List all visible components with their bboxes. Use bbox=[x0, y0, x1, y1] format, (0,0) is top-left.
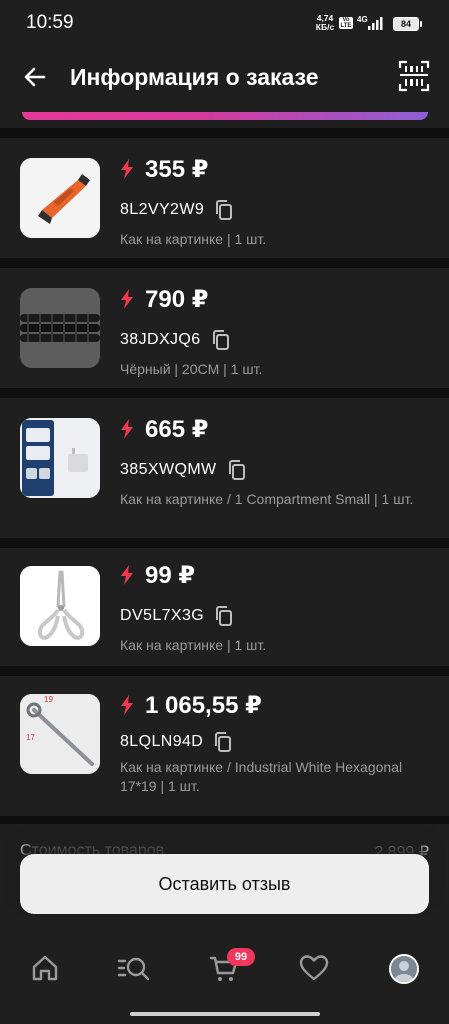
page-title: Информация о заказе bbox=[70, 64, 319, 90]
product-image: 17 19 bbox=[20, 694, 100, 774]
top-app-bar: Информация о заказе bbox=[0, 46, 449, 128]
promo-gradient-strip bbox=[22, 112, 428, 120]
lightning-icon bbox=[121, 159, 133, 179]
item-details: Чёрный | 20CM | 1 шт. bbox=[120, 361, 263, 377]
item-sku: 385XWQMW bbox=[120, 461, 217, 478]
price-row: 99 ₽ bbox=[120, 560, 195, 590]
signal-icon: 4G bbox=[357, 14, 387, 37]
price-row: 790 ₽ bbox=[120, 284, 208, 314]
product-image bbox=[20, 566, 100, 646]
back-button[interactable] bbox=[20, 62, 50, 92]
price-row: 1 065,55 ₽ bbox=[120, 690, 262, 720]
copy-icon[interactable] bbox=[213, 731, 233, 753]
svg-text:19: 19 bbox=[44, 695, 53, 704]
network-speed-unit: КБ/с bbox=[315, 22, 335, 32]
sku-row: 8L2VY2W9 bbox=[120, 198, 234, 222]
copy-icon[interactable] bbox=[214, 605, 234, 627]
home-icon bbox=[32, 955, 58, 981]
heart-icon bbox=[299, 955, 329, 981]
item-price: 355 ₽ bbox=[145, 155, 209, 183]
item-details: Как на картинке / 1 Compartment Small | … bbox=[120, 491, 414, 507]
volte-icon: Vo LTE bbox=[339, 17, 353, 29]
copy-icon[interactable] bbox=[211, 329, 231, 351]
barcode-button[interactable] bbox=[398, 60, 430, 92]
status-time: 10:59 bbox=[26, 12, 74, 33]
leave-review-button[interactable]: Оставить отзыв bbox=[20, 854, 429, 914]
sku-row: 38JDXJQ6 bbox=[120, 328, 231, 352]
nav-home[interactable] bbox=[29, 952, 61, 984]
price-row: 665 ₽ bbox=[120, 414, 208, 444]
lightning-icon bbox=[121, 289, 133, 309]
sku-row: DV5L7X3G bbox=[120, 604, 234, 628]
status-bar: 10:59 4,74 КБ/с Vo LTE 4G 84 bbox=[0, 0, 449, 46]
product-image bbox=[20, 288, 100, 368]
barcode-icon bbox=[398, 60, 430, 92]
order-item[interactable]: 665 ₽ 385XWQMW Как на картинке / 1 Compa… bbox=[0, 398, 449, 538]
lightning-icon bbox=[121, 419, 133, 439]
sku-row: 385XWQMW bbox=[120, 458, 247, 482]
battery-icon: 84 bbox=[393, 17, 422, 31]
order-item[interactable]: 17 19 1 065,55 ₽ 8LQLN94D Как на картинк… bbox=[0, 676, 449, 816]
svg-text:17: 17 bbox=[26, 733, 35, 742]
item-details: Как на картинке | 1 шт. bbox=[120, 231, 267, 247]
item-sku: 8LQLN94D bbox=[120, 733, 204, 750]
copy-icon[interactable] bbox=[214, 199, 234, 221]
item-price: 1 065,55 ₽ bbox=[145, 691, 262, 719]
bottom-navigation: 99 bbox=[0, 932, 449, 1024]
lightning-icon bbox=[121, 565, 133, 585]
cart-badge: 99 bbox=[227, 948, 255, 966]
catalog-search-icon bbox=[117, 957, 150, 981]
product-image bbox=[20, 158, 100, 238]
item-sku: 38JDXJQ6 bbox=[120, 331, 201, 348]
item-price: 665 ₽ bbox=[145, 415, 209, 443]
arrow-left-icon bbox=[24, 67, 46, 87]
price-row: 355 ₽ bbox=[120, 154, 208, 184]
order-item[interactable]: 355 ₽ 8L2VY2W9 Как на картинке | 1 шт. bbox=[0, 138, 449, 258]
lightning-icon bbox=[121, 695, 133, 715]
nav-favorites[interactable] bbox=[298, 952, 330, 984]
product-image bbox=[20, 418, 100, 498]
item-details: Как на картинке | 1 шт. bbox=[120, 637, 267, 653]
order-item[interactable]: 99 ₽ DV5L7X3G Как на картинке | 1 шт. bbox=[0, 548, 449, 666]
item-details: Как на картинке / Industrial White Hexag… bbox=[120, 759, 403, 794]
item-sku: 8L2VY2W9 bbox=[120, 201, 205, 218]
item-price: 790 ₽ bbox=[145, 285, 209, 313]
item-price: 99 ₽ bbox=[145, 561, 196, 589]
sku-row: 8LQLN94D bbox=[120, 730, 233, 754]
home-indicator[interactable] bbox=[130, 1012, 320, 1016]
order-item[interactable]: 790 ₽ 38JDXJQ6 Чёрный | 20CM | 1 шт. bbox=[0, 268, 449, 388]
avatar[interactable] bbox=[389, 954, 419, 984]
network-type: 4G bbox=[357, 15, 368, 24]
item-sku: DV5L7X3G bbox=[120, 607, 205, 624]
copy-icon[interactable] bbox=[227, 459, 247, 481]
network-speed: 4,74 КБ/с bbox=[312, 14, 338, 32]
nav-catalog[interactable] bbox=[117, 952, 150, 984]
